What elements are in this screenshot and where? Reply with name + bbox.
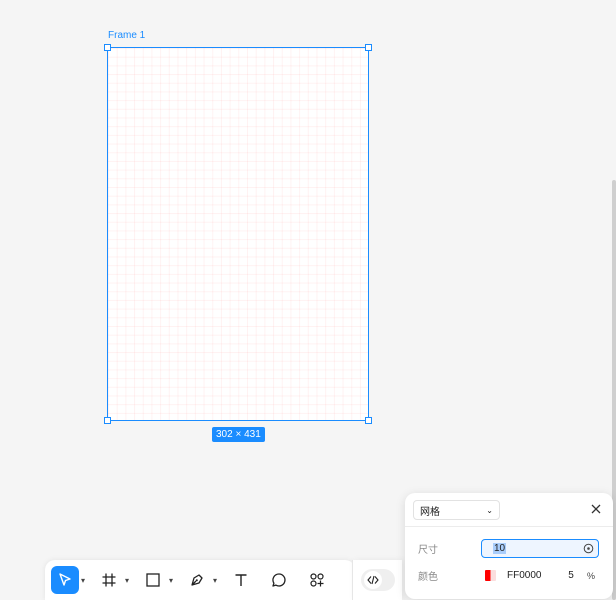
- resize-handle-top-right[interactable]: [365, 44, 372, 51]
- pen-nib-icon: [183, 566, 211, 594]
- color-hex-value[interactable]: FF0000: [507, 570, 551, 581]
- code-brackets-icon: [363, 571, 382, 589]
- chevron-down-icon[interactable]: ▾: [81, 576, 85, 585]
- color-swatch[interactable]: [485, 570, 496, 581]
- frame-grid[interactable]: [107, 47, 369, 421]
- grid-size-input[interactable]: 10: [481, 539, 599, 558]
- bottom-toolbar: ▾ ▾ ▾ ▾: [45, 560, 355, 600]
- chevron-down-icon[interactable]: ▾: [213, 576, 217, 585]
- chevron-down-icon[interactable]: ▾: [169, 576, 173, 585]
- text-t-icon: [227, 566, 255, 594]
- color-label: 颜色: [418, 572, 438, 583]
- target-icon[interactable]: [583, 543, 594, 554]
- shapes-plus-icon: [303, 566, 331, 594]
- grid-type-select[interactable]: 网格 ⌄: [413, 500, 500, 520]
- pen-tool[interactable]: ▾: [183, 560, 217, 600]
- resize-handle-bottom-left[interactable]: [104, 417, 111, 424]
- rectangle-tool[interactable]: ▾: [139, 560, 173, 600]
- frame-size-badge: 302 × 431: [212, 427, 265, 442]
- close-icon[interactable]: [589, 502, 603, 516]
- cursor-arrow-icon: [51, 566, 79, 594]
- resize-handle-top-left[interactable]: [104, 44, 111, 51]
- hash-frame-icon: [95, 566, 123, 594]
- text-tool[interactable]: [227, 560, 255, 600]
- size-label: 尺寸: [418, 545, 438, 556]
- grid-size-value: 10: [493, 543, 507, 554]
- dev-mode-toggle[interactable]: [360, 569, 395, 591]
- chevron-down-icon: ⌄: [486, 505, 493, 515]
- chevron-down-icon[interactable]: ▾: [125, 576, 129, 585]
- percent-sign: %: [587, 570, 596, 581]
- plugins-tool[interactable]: [303, 560, 331, 600]
- frame-label[interactable]: Frame 1: [108, 30, 145, 41]
- square-icon: [139, 566, 167, 594]
- grid-settings-panel: 网格 ⌄ 尺寸 10 颜色 FF0000 5 %: [405, 493, 613, 599]
- speech-bubble-icon: [265, 566, 293, 594]
- panel-header: 网格 ⌄: [405, 493, 613, 527]
- opacity-value[interactable]: 5: [557, 570, 585, 581]
- grid-type-value: 网格: [420, 506, 440, 518]
- grid-size-row: 尺寸 10: [418, 539, 599, 558]
- move-tool[interactable]: ▾: [51, 560, 85, 600]
- grid-color-field[interactable]: FF0000 5 %: [481, 570, 595, 581]
- comment-tool[interactable]: [265, 560, 293, 600]
- grid-color-row: 颜色 FF0000 5 %: [418, 568, 595, 583]
- resize-handle-bottom-right[interactable]: [365, 417, 372, 424]
- frame-tool[interactable]: ▾: [95, 560, 129, 600]
- dev-mode-toolbar: [352, 560, 402, 600]
